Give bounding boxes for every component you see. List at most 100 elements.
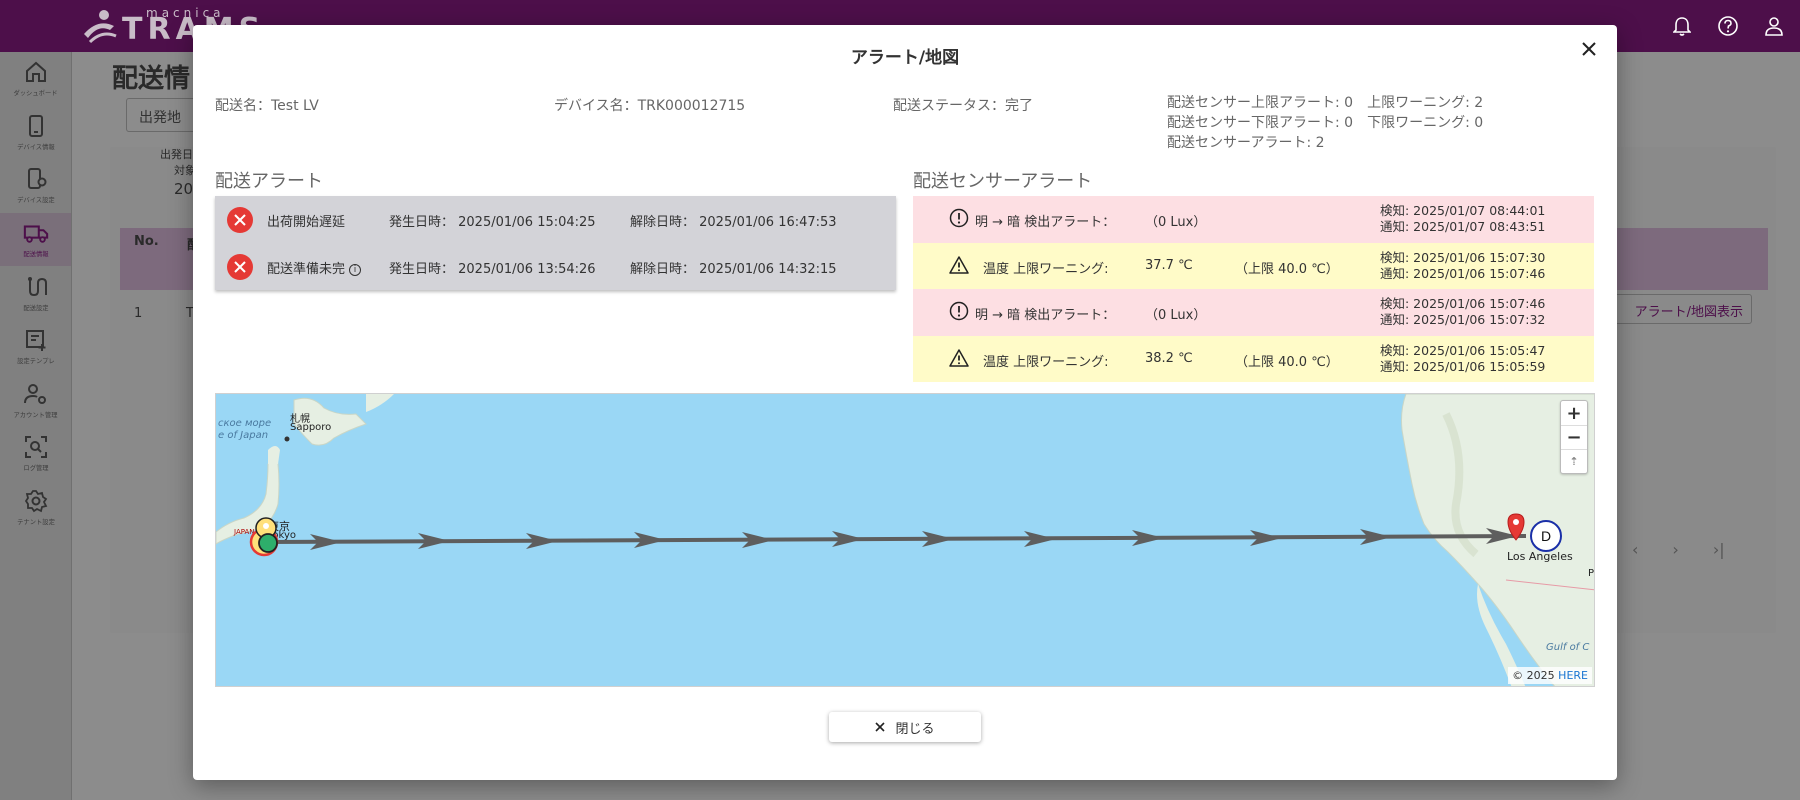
sensor-times: 検知: 2025/01/07 08:44:01 通知: 2025/01/07 08… (1380, 203, 1545, 235)
sidebar-item-label: テナント設定 (16, 518, 55, 526)
gear-icon (23, 488, 49, 514)
delivery-status: 配送ステータス：完了 (893, 98, 1033, 114)
origin-marker-yellow-dot (263, 523, 269, 529)
sensor-value: 38.2 ℃ (1145, 350, 1193, 366)
route-map[interactable]: 札幌 Sapporo ское море e of Japan 東京 Tokyo… (215, 393, 1595, 687)
sidebar-item-label: 配送情報 (22, 250, 49, 258)
pagination: ‹ › ›| (1632, 540, 1725, 559)
exclamation-circle-icon (949, 301, 969, 321)
sidebar-item-label: デバイス情報 (16, 143, 55, 151)
sensor-limit: （上限 40.0 ℃） (1235, 354, 1339, 370)
list-item: 配送準備未完 i 発生日時： 2025/01/06 13:54:26 解除日時： … (215, 243, 896, 290)
close-icon[interactable] (1577, 37, 1601, 61)
dialog-title: アラート/地図 (850, 48, 960, 68)
origin-marker-green (258, 533, 278, 553)
upper-alert-count: 配送センサー上限アラート: 0 (1167, 95, 1354, 111)
last-page-icon[interactable]: ›| (1713, 540, 1725, 559)
sensor-value: （0 Lux） (1145, 308, 1207, 323)
attribution-brand[interactable]: HERE (1558, 669, 1588, 682)
zoom-controls: + − ⇡ (1560, 400, 1588, 474)
alert-resolved: 解除日時： 2025/01/06 16:47:53 (630, 215, 837, 230)
detected-time: 検知: 2025/01/06 15:07:30 (1380, 249, 1546, 265)
route-overlay: D (249, 513, 1562, 557)
delivery-alerts-title: 配送アラート (215, 171, 323, 192)
alert-map-button[interactable]: アラート/地図表示 (1612, 294, 1752, 324)
close-icon (875, 722, 886, 732)
sidebar-item-tenant[interactable]: テナント設定 (0, 481, 71, 535)
info-icon[interactable]: i (349, 264, 362, 276)
sidebar-item-label: ダッシュボード (13, 89, 58, 97)
template-icon (23, 327, 49, 353)
list-item: 温度 上限ワーニング: 38.2 ℃ （上限 40.0 ℃） 検知: 2025/… (913, 335, 1594, 382)
sensor-label: 明 → 暗 検出アラート： (975, 308, 1116, 323)
sensor-label: 温度 上限ワーニング: (983, 261, 1109, 277)
table-row-no: 1 (134, 306, 143, 321)
list-item: 出荷開始遅延 発生日時： 2025/01/06 15:04:25 解除日時： 2… (215, 196, 896, 243)
notified-time: 通知: 2025/01/07 08:43:51 (1380, 219, 1546, 234)
help-icon[interactable] (1714, 12, 1742, 40)
bell-icon[interactable] (1668, 12, 1696, 40)
destination-pin-dot (1513, 519, 1519, 525)
sidebar-item-device-info[interactable]: デバイス情報 (0, 106, 71, 160)
close-dialog-button[interactable]: 閉じる (829, 712, 981, 742)
sensor-label: 明 → 暗 検出アラート： (975, 215, 1116, 230)
sidebar-item-dashboard[interactable]: ダッシュボード (0, 52, 71, 106)
close-button-label: 閉じる (895, 721, 935, 737)
warning-triangle-icon (949, 255, 969, 274)
alert-occurred: 発生日時： 2025/01/06 13:54:26 (389, 262, 596, 277)
account-settings-icon (23, 381, 49, 407)
sidebar-item-delivery-settings[interactable]: 配送設定 (0, 266, 71, 320)
notified-time: 通知: 2025/01/06 15:07:32 (1380, 312, 1546, 327)
home-icon (23, 59, 49, 85)
sensor-alerts-title: 配送センサーアラート (913, 171, 1093, 192)
alert-counts: 配送センサー上限アラート: 0 上限ワーニング: 2 配送センサー下限アラート: … (1167, 93, 1483, 153)
detected-time: 検知: 2025/01/07 08:44:01 (1380, 203, 1546, 218)
sidebar-item-template[interactable]: 設定テンプレ (0, 320, 71, 374)
notified-time: 通知: 2025/01/06 15:05:59 (1380, 358, 1546, 374)
route-icon (23, 274, 49, 300)
logo-mark-icon (84, 10, 117, 44)
warning-triangle-icon (949, 348, 969, 367)
sidebar-item-label: アカウント管理 (13, 411, 58, 419)
sensor-value: 37.7 ℃ (1145, 257, 1193, 273)
alert-resolved: 解除日時： 2025/01/06 14:32:15 (630, 262, 837, 277)
smartphone-icon (23, 113, 49, 139)
sensor-times: 検知: 2025/01/06 15:05:47 通知: 2025/01/06 15… (1380, 343, 1545, 375)
zoom-in-icon[interactable]: + (1561, 401, 1587, 425)
alert-occurred: 発生日時： 2025/01/06 15:04:25 (389, 215, 596, 230)
sensor-alert-count: 配送センサーアラート: 2 (1167, 135, 1325, 151)
map-attribution: © 2025 HERE (1508, 667, 1592, 684)
sidebar-item-label: 設定テンプレ (16, 357, 55, 365)
sensor-times: 検知: 2025/01/06 15:07:30 通知: 2025/01/06 15… (1380, 250, 1545, 282)
sidebar-item-device-settings[interactable]: デバイス設定 (0, 159, 71, 213)
account-icon[interactable] (1760, 12, 1788, 40)
alert-map-dialog: アラート/地図 配送名：Test LV デバイス名：TRK000012715 配… (193, 25, 1617, 780)
sidebar-item-delivery-info[interactable]: 配送情報 (0, 212, 71, 267)
next-page-icon[interactable]: › (1672, 540, 1678, 559)
error-icon (227, 254, 253, 280)
lower-alert-count: 配送センサー下限アラート: 0 (1167, 115, 1354, 131)
zoom-out-icon[interactable]: − (1561, 425, 1587, 449)
attribution-prefix: © 2025 (1512, 669, 1559, 682)
detected-time: 検知: 2025/01/06 15:07:46 (1380, 296, 1546, 311)
error-icon (227, 207, 253, 233)
sidebar: ダッシュボード デバイス情報 デバイス設定 配送情報 配送設定 設定テンプレ ア… (0, 52, 72, 800)
table-header-no: No. (134, 234, 159, 249)
delivery-alerts-list: 出荷開始遅延 発生日時： 2025/01/06 15:04:25 解除日時： 2… (215, 196, 896, 290)
reset-bearing-icon[interactable]: ⇡ (1561, 449, 1587, 473)
page-title: 配送情 (112, 64, 191, 94)
notified-time: 通知: 2025/01/06 15:07:46 (1380, 265, 1546, 281)
detected-time: 検知: 2025/01/06 15:05:47 (1380, 342, 1546, 358)
exclamation-circle-icon (949, 208, 969, 228)
prev-page-icon[interactable]: ‹ (1632, 540, 1638, 559)
list-item: 明 → 暗 検出アラート： （0 Lux） 検知: 2025/01/06 15:… (913, 289, 1594, 336)
alert-name: 配送準備未完 (267, 262, 346, 277)
route-line (265, 534, 1527, 544)
sidebar-item-account[interactable]: アカウント管理 (0, 374, 71, 428)
sensor-alerts-list: 明 → 暗 検出アラート： （0 Lux） 検知: 2025/01/07 08:… (913, 196, 1594, 382)
sidebar-item-log[interactable]: ログ管理 (0, 427, 71, 481)
destination-marker-letter: D (1541, 528, 1551, 544)
lower-warning-count: 下限ワーニング: 0 (1367, 115, 1484, 131)
alert-name: 出荷開始遅延 (267, 215, 346, 230)
sidebar-item-label: デバイス設定 (16, 196, 55, 205)
